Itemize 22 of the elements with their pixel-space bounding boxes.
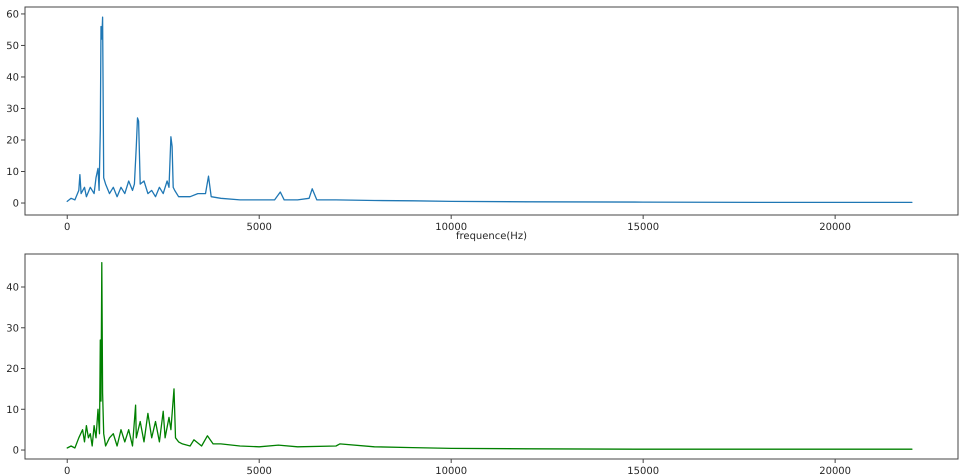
tick-label: 15000	[627, 222, 660, 233]
tick-label: 20	[6, 364, 19, 376]
tick-label: 20	[6, 136, 19, 146]
tick-label: 0	[12, 446, 19, 457]
tick-label: 60	[6, 9, 19, 20]
tick-label: 20000	[819, 466, 852, 476]
tick-label: 10	[6, 167, 19, 178]
tick-label: 20000	[819, 222, 852, 233]
tick-label: 10000	[435, 466, 468, 476]
tick-label: 0	[12, 198, 19, 210]
axis-label: frequence(Hz)	[456, 231, 527, 242]
tick-label: 40	[6, 72, 19, 84]
tick-label: 30	[6, 104, 19, 115]
tick-label: 10	[6, 404, 19, 416]
tick-label: 50	[6, 40, 19, 52]
tick-label: 30	[6, 323, 19, 334]
tick-label: 0	[64, 466, 70, 476]
tick-label: 0	[64, 222, 70, 233]
tick-label: 5000	[246, 222, 272, 233]
tick-label: 5000	[246, 466, 272, 476]
tick-label: 15000	[627, 466, 660, 476]
tick-label: 40	[6, 282, 19, 294]
